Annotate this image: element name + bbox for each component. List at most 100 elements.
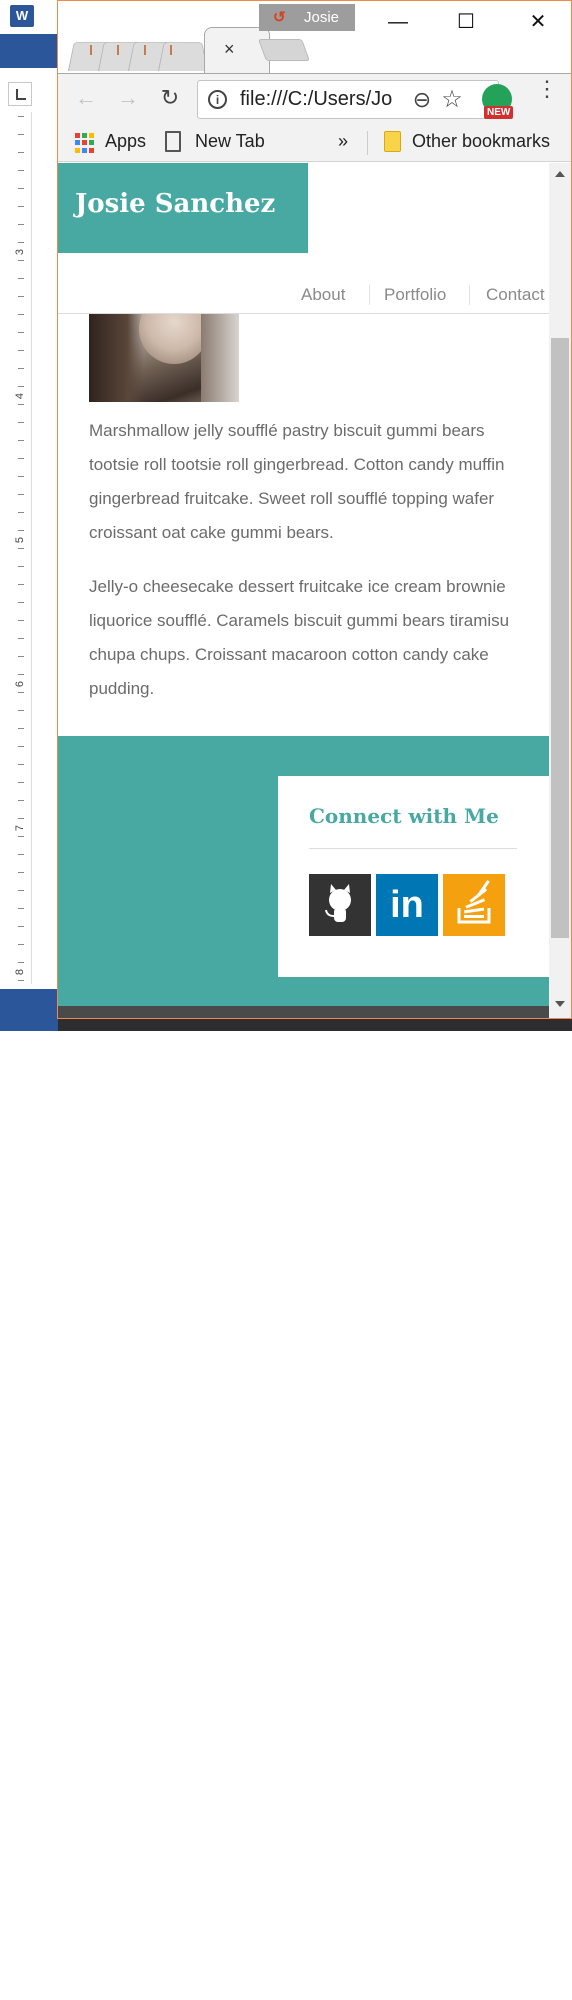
ruler-tick xyxy=(18,764,24,765)
url-text[interactable]: file:///C:/Users/Jo xyxy=(240,88,392,111)
bookmarks-divider xyxy=(367,131,368,155)
ruler-tick xyxy=(18,800,24,801)
nav-separator xyxy=(369,285,370,305)
bookmarks-overflow-button[interactable]: » xyxy=(338,131,348,152)
github-icon xyxy=(325,884,351,922)
ruler-tick xyxy=(18,296,24,297)
scroll-down-arrow-icon[interactable] xyxy=(555,1001,565,1007)
ruler-tick xyxy=(18,836,24,837)
back-arrow-icon[interactable]: ← xyxy=(72,84,100,112)
ruler-number: 8 xyxy=(14,968,27,976)
ruler-tick xyxy=(18,170,24,171)
chrome-titlebar: × ↺ Josie — ☐ ✕ xyxy=(58,1,571,75)
page-scrollbar[interactable] xyxy=(549,163,571,1018)
word-file-tab[interactable]: FILE xyxy=(28,77,58,93)
profile-button[interactable]: ↺ Josie xyxy=(259,4,355,31)
nav-portfolio[interactable]: Portfolio xyxy=(384,285,446,305)
ruler-tick xyxy=(18,386,24,387)
site-title[interactable]: Josie Sanchez xyxy=(75,189,275,219)
bookmark-other[interactable]: Other bookmarks xyxy=(412,131,550,152)
ruler-tick xyxy=(18,458,24,459)
photo-hair-shade xyxy=(89,314,144,402)
word-ribbon: FILE xyxy=(0,34,58,93)
page-icon xyxy=(165,131,181,152)
nav-contact[interactable]: Contact xyxy=(486,285,545,305)
ruler-tick xyxy=(18,620,24,621)
ruler-tick xyxy=(18,260,24,261)
ruler-tick xyxy=(18,782,24,783)
minimize-button[interactable]: — xyxy=(378,7,418,37)
page-viewport: Marshmallow jelly soufflé pastry biscuit… xyxy=(58,163,549,1018)
ruler-tick xyxy=(18,944,24,945)
ruler-tick xyxy=(18,476,24,477)
scroll-up-arrow-icon[interactable] xyxy=(555,171,565,177)
bookmark-apps[interactable]: Apps xyxy=(105,131,146,152)
nav-about[interactable]: About xyxy=(301,285,345,305)
address-bar[interactable]: i file:///C:/Users/Jo ⊖ ☆ xyxy=(197,80,499,119)
ruler-tick xyxy=(18,422,24,423)
ruler-tick xyxy=(18,206,24,207)
about-paragraph-2: Jelly-o cheesecake dessert fruitcake ice… xyxy=(89,577,510,698)
ruler-tick xyxy=(18,656,24,657)
bookmark-new-tab[interactable]: New Tab xyxy=(195,131,265,152)
photo-face-shade xyxy=(139,314,209,364)
chrome-toolbar: ← → ↻ i file:///C:/Users/Jo ⊖ ☆ NEW ⋮ xyxy=(58,73,571,125)
tab-favicon-icon xyxy=(144,45,146,55)
word-app-icon: W xyxy=(10,5,34,27)
ruler-tick xyxy=(18,638,24,639)
scroll-thumb[interactable] xyxy=(551,338,569,938)
active-tab[interactable] xyxy=(204,27,270,73)
sync-error-icon: ↺ xyxy=(273,9,286,26)
connect-card: Connect with Me in xyxy=(278,776,549,977)
ruler-tick xyxy=(18,548,24,549)
folder-icon xyxy=(384,131,401,152)
word-status-bar: PAGE 1 xyxy=(0,989,58,2000)
ruler-tick xyxy=(18,332,24,333)
chrome-menu-icon[interactable]: ⋮ xyxy=(536,78,558,100)
new-tab-button[interactable] xyxy=(257,39,311,61)
apps-grid-icon[interactable] xyxy=(75,133,95,153)
linkedin-link[interactable]: in xyxy=(376,874,438,936)
page-indicator[interactable]: PAGE 1 xyxy=(6,1985,52,2000)
tab-favicon-icon xyxy=(117,45,119,55)
ruler-tick xyxy=(18,872,24,873)
reload-icon[interactable]: ↻ xyxy=(156,84,184,112)
ruler-number: 4 xyxy=(14,392,27,400)
footer-bar xyxy=(58,1006,549,1018)
tab-close-icon[interactable]: × xyxy=(224,39,235,60)
ruler-tick xyxy=(18,728,24,729)
word-titlebar: W xyxy=(0,0,58,34)
ruler-tick xyxy=(18,350,24,351)
ruler-tick xyxy=(18,314,24,315)
zoom-out-icon[interactable]: ⊖ xyxy=(404,87,440,113)
ruler-tick xyxy=(18,494,24,495)
taskbar-strip xyxy=(58,1018,572,1031)
ruler-tick xyxy=(18,602,24,603)
extension-new-badge: NEW xyxy=(484,106,514,119)
site-header: Josie Sanchez About Portfolio Contact xyxy=(58,163,549,313)
profile-photo xyxy=(89,314,239,402)
ruler-tick xyxy=(18,566,24,567)
stackoverflow-link[interactable] xyxy=(443,874,505,936)
forward-arrow-icon[interactable]: → xyxy=(114,84,142,112)
photo-background-shade xyxy=(201,314,239,402)
github-link[interactable] xyxy=(309,874,371,936)
ruler-tick xyxy=(18,530,24,531)
close-window-button[interactable]: ✕ xyxy=(518,7,558,37)
profile-name: Josie xyxy=(304,9,340,26)
brand-block[interactable]: Josie Sanchez xyxy=(58,163,308,253)
chrome-window: × ↺ Josie — ☐ ✕ ← → ↻ i file:///C:/Users… xyxy=(57,0,572,1019)
ruler-tick xyxy=(18,980,24,981)
tab-favicon-icon xyxy=(170,45,172,55)
bookmark-star-icon[interactable]: ☆ xyxy=(438,85,466,114)
about-section: Marshmallow jelly soufflé pastry biscuit… xyxy=(58,313,549,736)
ruler-tick xyxy=(18,746,24,747)
ruler-tick xyxy=(18,278,24,279)
background-tab[interactable] xyxy=(158,41,208,71)
ruler-tick xyxy=(18,242,24,243)
info-icon[interactable]: i xyxy=(208,90,227,109)
ruler-tick xyxy=(18,854,24,855)
maximize-button[interactable]: ☐ xyxy=(446,7,486,37)
tab-selector-icon[interactable] xyxy=(8,82,32,106)
ruler-tick xyxy=(18,926,24,927)
